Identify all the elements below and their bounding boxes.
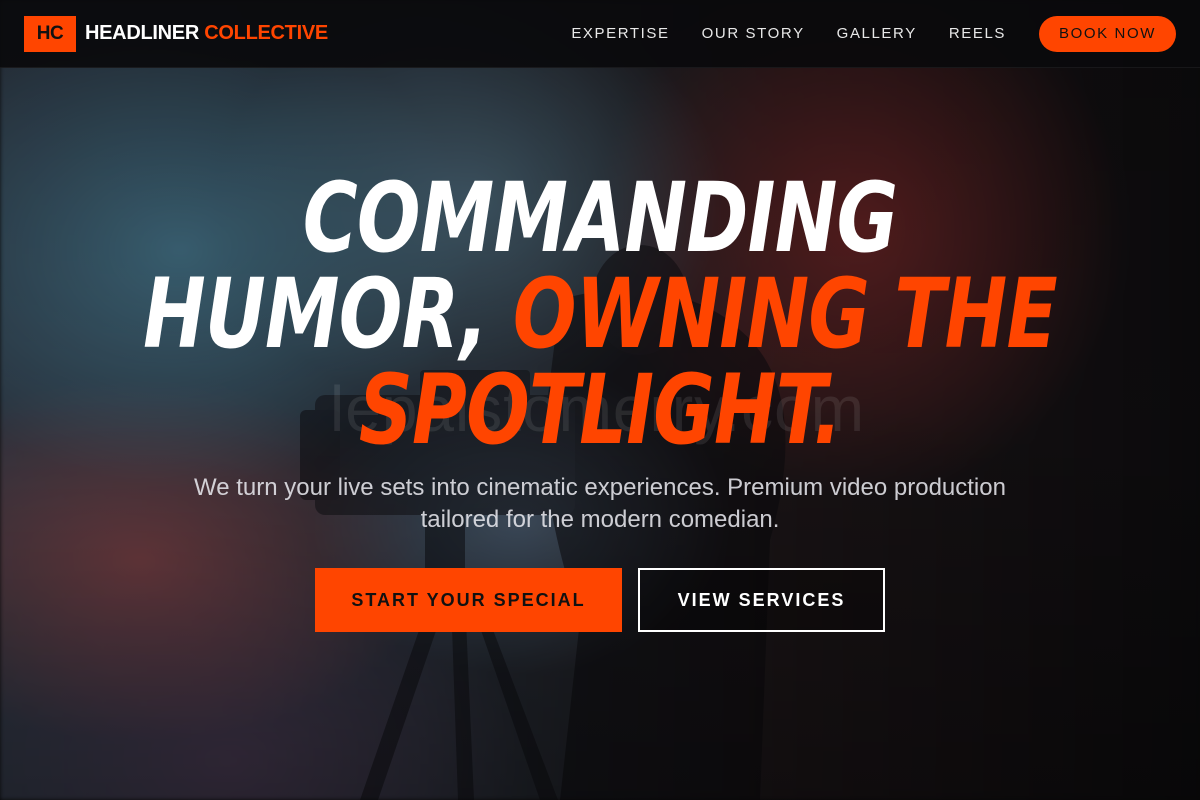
nav-link-expertise[interactable]: EXPERTISE xyxy=(571,25,669,42)
brand-name-accent: COLLECTIVE xyxy=(204,22,328,44)
hero-subtitle: We turn your live sets into cinematic ex… xyxy=(194,474,1006,533)
headline-line-3: SPOTLIGHT. xyxy=(358,354,842,466)
brand-name-primary: HEADLINER xyxy=(85,22,199,44)
nav-link-reels[interactable]: REELS xyxy=(949,25,1006,42)
brand-name: HEADLINER COLLECTIVE xyxy=(85,22,328,45)
top-navbar: HC HEADLINER COLLECTIVE EXPERTISE OUR ST… xyxy=(0,0,1200,68)
headline-line-2: HUMOR, OWNING THE xyxy=(132,266,1068,362)
view-services-button[interactable]: VIEW SERVICES xyxy=(638,568,885,632)
hero-headline: COMMANDING HUMOR, OWNING THE SPOTLIGHT. xyxy=(132,170,1068,458)
nav-link-our-story[interactable]: OUR STORY xyxy=(702,25,805,42)
headline-line-1: COMMANDING xyxy=(302,162,898,274)
brand-logo[interactable]: HC HEADLINER COLLECTIVE xyxy=(24,15,328,52)
logo-mark: HC xyxy=(24,15,76,52)
start-your-special-button[interactable]: START YOUR SPECIAL xyxy=(315,568,622,632)
hero-cta-group: START YOUR SPECIAL VIEW SERVICES xyxy=(0,568,1200,632)
main-navigation: EXPERTISE OUR STORY GALLERY REELS xyxy=(571,25,1006,42)
book-now-button[interactable]: BOOK NOW xyxy=(1039,15,1176,52)
nav-link-gallery[interactable]: GALLERY xyxy=(837,25,917,42)
